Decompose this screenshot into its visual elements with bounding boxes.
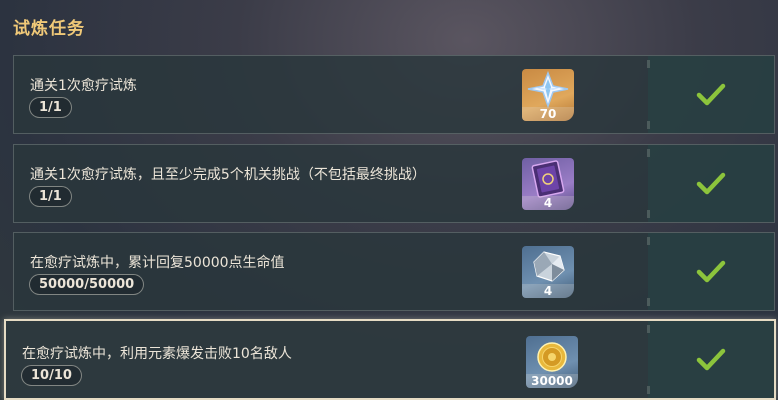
mora-icon — [537, 342, 567, 372]
reward-quantity: 30000 — [526, 374, 578, 388]
quest-description: 通关1次愈疗试炼，且至少完成5个机关挑战（不包括最终挑战） — [30, 167, 426, 183]
heros-wit-book-icon — [531, 160, 565, 198]
completion-status — [647, 56, 774, 133]
reward-item[interactable]: 4 — [522, 246, 574, 298]
primogem-icon — [527, 70, 569, 109]
completion-status — [647, 233, 774, 310]
reward-quantity: 70 — [522, 107, 574, 121]
reward-item[interactable]: 30000 — [526, 336, 578, 388]
quest-description: 通关1次愈疗试炼 — [30, 78, 137, 94]
completion-status — [647, 145, 774, 222]
quest-item[interactable]: 通关1次愈疗试炼，且至少完成5个机关挑战（不包括最终挑战） 1/1 4 — [13, 144, 775, 223]
quest-description: 在愈疗试炼中，利用元素爆发击败10名敌人 — [22, 346, 292, 362]
quest-progress: 10/10 — [21, 365, 82, 386]
checkmark-icon — [696, 260, 726, 282]
checkmark-icon — [696, 348, 726, 370]
panel-title: 试炼任务 — [13, 19, 85, 39]
quest-progress: 50000/50000 — [29, 274, 145, 295]
reward-item[interactable]: 4 — [522, 158, 574, 210]
reward-quantity: 4 — [522, 196, 574, 210]
reward-quantity: 4 — [522, 284, 574, 298]
quest-item[interactable]: 在愈疗试炼中，累计回复50000点生命值 50000/50000 4 — [13, 232, 775, 311]
reward-item[interactable]: 70 — [522, 69, 574, 121]
mystic-enhancement-ore-icon — [533, 251, 565, 282]
quest-progress: 1/1 — [29, 186, 72, 207]
checkmark-icon — [696, 172, 726, 194]
checkmark-icon — [696, 83, 726, 105]
quest-item[interactable]: 通关1次愈疗试炼 1/1 70 — [13, 55, 775, 134]
quest-description: 在愈疗试炼中，累计回复50000点生命值 — [30, 255, 285, 271]
quest-item-selected[interactable]: 在愈疗试炼中，利用元素爆发击败10名敌人 10/10 30000 — [4, 319, 776, 400]
completion-status — [647, 321, 774, 398]
quest-progress: 1/1 — [29, 97, 72, 118]
